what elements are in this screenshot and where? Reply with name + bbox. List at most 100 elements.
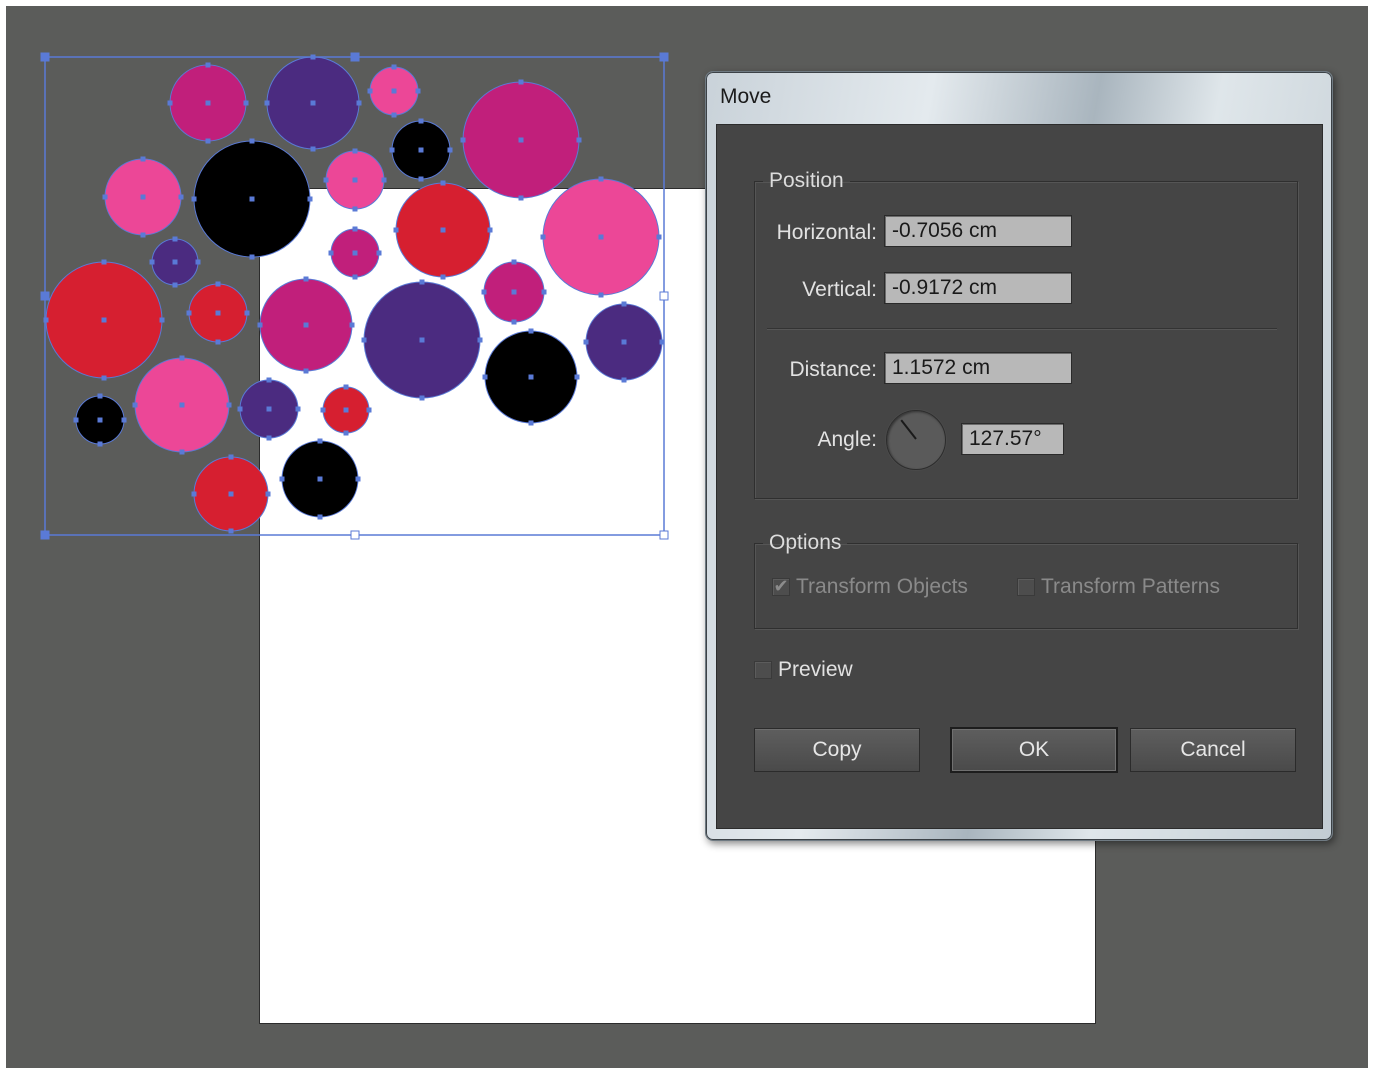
circle-shape[interactable] xyxy=(237,377,301,441)
anchor-point xyxy=(249,254,255,260)
position-legend: Position xyxy=(769,169,844,192)
anchor-point xyxy=(576,137,582,143)
transform-objects-option[interactable]: ✔ Transform Objects xyxy=(772,575,968,599)
circle-shape[interactable] xyxy=(583,301,665,383)
anchor-point xyxy=(541,289,547,295)
anchor-point xyxy=(323,177,329,183)
anchor-point xyxy=(621,339,627,345)
anchor-point xyxy=(179,355,185,361)
circle-shape[interactable] xyxy=(167,62,249,144)
circle-shape[interactable] xyxy=(320,384,372,436)
angle-dial[interactable] xyxy=(886,410,946,470)
anchor-point xyxy=(215,310,221,316)
anchor-point xyxy=(172,282,178,288)
anchor-point xyxy=(481,289,487,295)
anchor-point xyxy=(367,88,373,94)
circle-shape[interactable] xyxy=(264,54,362,152)
anchor-point xyxy=(621,301,627,307)
selection-handle[interactable] xyxy=(40,530,50,540)
distance-label: Distance: xyxy=(789,358,877,381)
anchor-point xyxy=(97,417,103,423)
anchor-point xyxy=(101,375,107,381)
copy-button[interactable]: Copy xyxy=(754,728,920,772)
anchor-point xyxy=(518,79,524,85)
anchor-point xyxy=(352,206,358,212)
vertical-input[interactable] xyxy=(884,272,1072,304)
anchor-point xyxy=(528,420,534,426)
anchor-point xyxy=(376,250,382,256)
selection-handle[interactable] xyxy=(350,530,360,540)
selection-handle[interactable] xyxy=(659,291,669,301)
transform-patterns-checkbox[interactable] xyxy=(1017,578,1035,596)
anchor-point xyxy=(215,339,221,345)
circle-shape[interactable] xyxy=(73,393,127,447)
preview-label: Preview xyxy=(778,658,853,681)
selection-handle[interactable] xyxy=(659,52,669,62)
anchor-point xyxy=(440,180,446,186)
anchor-point xyxy=(419,279,425,285)
options-legend: Options xyxy=(769,531,842,554)
circle-shape[interactable] xyxy=(323,148,387,212)
anchor-point xyxy=(389,147,395,153)
anchor-point xyxy=(215,281,221,287)
selection-handle[interactable] xyxy=(40,291,50,301)
vertical-label: Vertical: xyxy=(802,278,877,301)
anchor-point xyxy=(356,100,362,106)
selection-handle[interactable] xyxy=(40,52,50,62)
circle-shape[interactable] xyxy=(389,118,453,182)
circle-shape[interactable] xyxy=(43,259,165,381)
circle-shape[interactable] xyxy=(149,236,201,288)
anchor-point xyxy=(159,317,165,323)
circle-shape[interactable] xyxy=(481,259,547,325)
circle-shape[interactable] xyxy=(102,156,184,238)
selection-handle[interactable] xyxy=(659,530,669,540)
distance-input[interactable] xyxy=(884,352,1072,384)
circle-shape[interactable] xyxy=(186,281,250,345)
anchor-point xyxy=(195,259,201,265)
anchor-point xyxy=(328,250,334,256)
anchor-point xyxy=(310,146,316,152)
circle-shape[interactable] xyxy=(482,328,580,426)
anchor-point xyxy=(243,100,249,106)
circle-shape[interactable] xyxy=(393,180,493,280)
preview-checkbox[interactable] xyxy=(754,661,772,679)
anchor-point xyxy=(266,377,272,383)
anchor-point xyxy=(352,274,358,280)
dialog-body: Position Horizontal: Vertical: Distance:… xyxy=(716,124,1323,829)
preview-option[interactable]: Preview xyxy=(754,658,853,682)
anchor-point xyxy=(132,402,138,408)
transform-objects-checkbox[interactable]: ✔ xyxy=(772,578,790,596)
circle-shape[interactable] xyxy=(191,138,313,260)
circle-group[interactable] xyxy=(43,54,665,534)
circle-shape[interactable] xyxy=(367,64,421,118)
anchor-point xyxy=(528,328,534,334)
circle-shape[interactable] xyxy=(540,176,662,298)
anchor-point xyxy=(343,407,349,413)
circle-shape[interactable] xyxy=(257,276,355,374)
anchor-point xyxy=(101,317,107,323)
transform-patterns-label: Transform Patterns xyxy=(1041,575,1220,598)
anchor-point xyxy=(228,454,234,460)
anchor-point xyxy=(598,176,604,182)
anchor-point xyxy=(477,337,483,343)
circle-shape[interactable] xyxy=(328,226,382,280)
selection-handle[interactable] xyxy=(350,52,360,62)
horizontal-input[interactable] xyxy=(884,215,1072,247)
ok-button[interactable]: OK xyxy=(950,727,1118,773)
circle-shape[interactable] xyxy=(361,279,483,401)
circle-shape[interactable] xyxy=(460,79,582,201)
anchor-point xyxy=(264,100,270,106)
anchor-point xyxy=(249,196,255,202)
circle-shape[interactable] xyxy=(279,438,361,520)
circle-shape[interactable] xyxy=(191,454,271,534)
anchor-point xyxy=(528,374,534,380)
anchor-point xyxy=(303,276,309,282)
anchor-point xyxy=(178,194,184,200)
circle-shape[interactable] xyxy=(132,355,232,455)
angle-input[interactable] xyxy=(961,423,1064,455)
anchor-point xyxy=(511,259,517,265)
anchor-point xyxy=(440,227,446,233)
horizontal-label: Horizontal: xyxy=(776,221,877,244)
transform-patterns-option[interactable]: Transform Patterns xyxy=(1017,575,1220,599)
cancel-button[interactable]: Cancel xyxy=(1130,728,1296,772)
